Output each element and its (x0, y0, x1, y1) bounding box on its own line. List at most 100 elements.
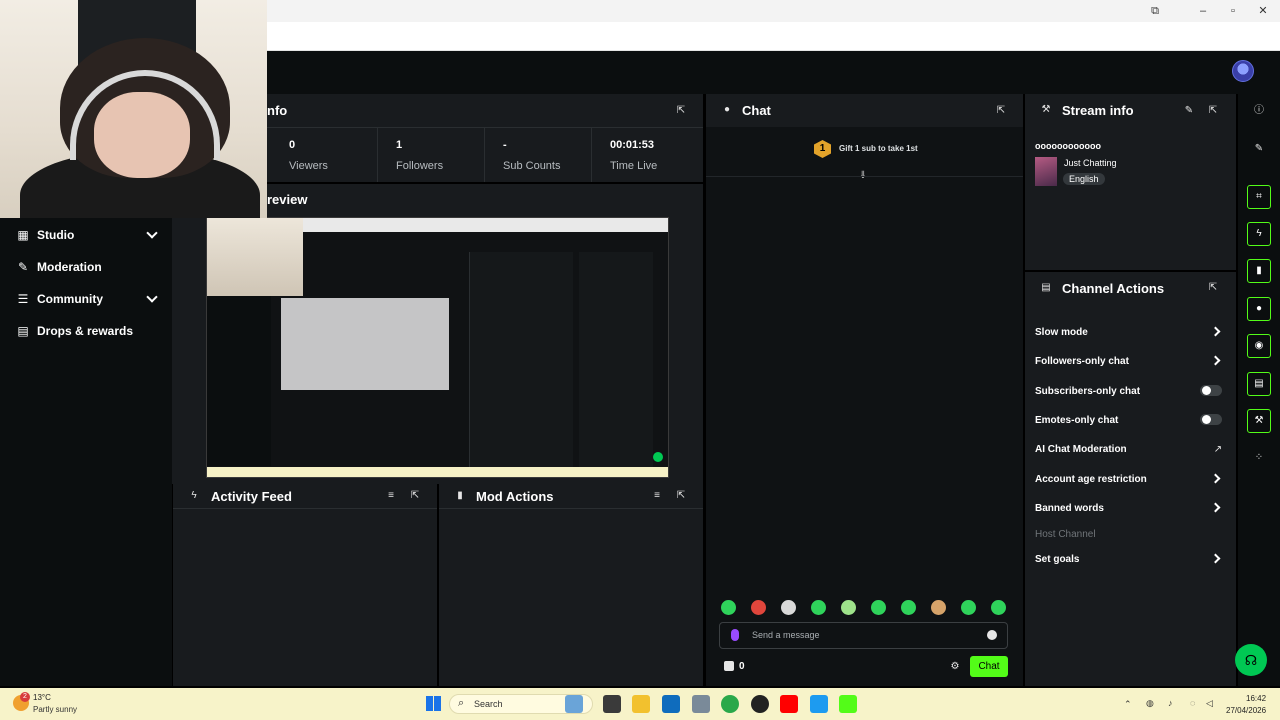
rail-channel-actions-button[interactable]: ▤ (1247, 372, 1271, 396)
channel-actions-title: Channel Actions (1062, 281, 1165, 296)
language-tag: English (1063, 173, 1105, 185)
stream-preview-video[interactable] (206, 217, 669, 478)
document-icon: ▮ (457, 490, 463, 501)
wifi-icon[interactable]: ◌ (1190, 698, 1195, 708)
store-icon[interactable] (662, 695, 680, 713)
emote-icon[interactable] (841, 600, 856, 615)
sidebar-item-drops[interactable]: ▤ Drops & rewards (0, 315, 172, 347)
time-live-label: Time Live (610, 160, 658, 172)
rail-broadcast-button[interactable]: ◉ (1247, 334, 1271, 358)
info-icon[interactable]: ⓘ (1253, 105, 1265, 117)
stream-info-title: Stream info (1062, 103, 1134, 118)
emote-icon[interactable] (991, 600, 1006, 615)
filter-icon[interactable]: ≡ (385, 490, 397, 502)
edit-icon[interactable]: ✎ (1183, 105, 1195, 117)
emoji-icon[interactable] (987, 630, 997, 640)
filter-icon[interactable]: ≡ (651, 490, 663, 502)
set-goals-item[interactable]: Set goals (1035, 554, 1079, 565)
followers-label: Followers (396, 160, 444, 172)
followers-only-chat-item[interactable]: Followers-only chat (1035, 356, 1129, 367)
slow-mode-item[interactable]: Slow mode (1035, 327, 1088, 338)
emote-icon[interactable] (751, 600, 766, 615)
emotes-only-toggle[interactable] (1200, 414, 1222, 425)
kick-icon[interactable] (839, 695, 857, 713)
network-icon[interactable]: ◍ (1146, 698, 1154, 709)
taskbar-search-label: Search (474, 699, 503, 709)
microphone-icon[interactable]: ♪ (1168, 698, 1173, 708)
sidebar-item-label: Studio (37, 228, 75, 242)
subscribers-only-toggle[interactable] (1200, 385, 1222, 396)
weather-desc: Partly sunny (33, 705, 78, 714)
banned-words-item[interactable]: Banned words (1035, 503, 1104, 514)
picture-in-picture-icon[interactable]: ⧉ (1140, 2, 1170, 20)
webcam-overlay (0, 0, 267, 218)
gift-sub-prompt[interactable]: Gift 1 sub to take 1st (839, 144, 918, 153)
minimize-button[interactable]: – (1188, 2, 1218, 20)
divider (173, 508, 437, 509)
twitter-icon[interactable] (810, 695, 828, 713)
popout-icon[interactable]: ⇱ (675, 490, 687, 502)
settings-icon[interactable] (692, 695, 710, 713)
emote-icon[interactable] (901, 600, 916, 615)
viewers-label: Viewers (289, 160, 328, 172)
emote-icon[interactable] (871, 600, 886, 615)
gear-icon[interactable]: ⚙ (949, 661, 961, 673)
emote-icon[interactable] (961, 600, 976, 615)
ai-chat-moderation-item[interactable]: AI Chat Moderation (1035, 444, 1127, 455)
lightning-icon: ϟ (191, 490, 197, 501)
chat-panel (706, 94, 1023, 686)
divider (377, 128, 378, 182)
subscribers-only-chat-item: Subscribers-only chat (1035, 386, 1141, 397)
close-button[interactable]: ✕ (1248, 2, 1278, 20)
rail-mod-actions-button[interactable]: ▮ (1247, 259, 1271, 283)
chevron-down-icon[interactable] (146, 291, 158, 303)
edge-icon[interactable] (721, 695, 739, 713)
task-view-icon[interactable] (603, 695, 621, 713)
windows-start-icon[interactable] (426, 696, 441, 711)
external-link-icon[interactable]: ↗ (1212, 444, 1224, 456)
apps-icon[interactable]: ⁘ (1253, 452, 1265, 464)
rail-stream-info-button[interactable]: ⚒ (1247, 409, 1271, 433)
edit-icon[interactable]: ✎ (1253, 143, 1265, 155)
emote-icon[interactable] (931, 600, 946, 615)
rail-chat-button[interactable]: ● (1247, 297, 1271, 321)
chat-bubble-icon: ● (723, 104, 731, 115)
app-icon[interactable] (751, 695, 769, 713)
studio-icon: ▦ (17, 228, 29, 242)
file-explorer-icon[interactable] (632, 695, 650, 713)
category-thumbnail (1035, 157, 1057, 186)
account-age-restriction-item[interactable]: Account age restriction (1035, 474, 1147, 485)
microphone-icon[interactable] (731, 629, 739, 641)
popout-icon[interactable]: ⇱ (995, 105, 1007, 117)
chevron-down-icon[interactable] (146, 227, 158, 239)
divider (591, 128, 592, 182)
help-chat-button[interactable]: ☊ (1235, 644, 1267, 676)
maximize-button[interactable]: ▫ (1218, 2, 1248, 20)
chevron-up-icon[interactable]: ⌃ (1124, 699, 1132, 710)
divider (439, 508, 703, 509)
preview-chat-column (469, 252, 573, 467)
sidebar-item-label: Community (37, 292, 103, 306)
host-channel-item: Host Channel (1035, 529, 1096, 540)
emote-icon[interactable] (811, 600, 826, 615)
emotes-only-chat-item: Emotes-only chat (1035, 415, 1119, 426)
popout-icon[interactable]: ⇱ (409, 490, 421, 502)
popout-icon[interactable]: ⇱ (1207, 282, 1219, 294)
avatar[interactable] (1232, 60, 1254, 82)
emote-icon[interactable] (721, 600, 736, 615)
sub-counts-label: Sub Counts (503, 160, 561, 172)
emote-icon[interactable] (781, 600, 796, 615)
rail-activity-button[interactable]: ϟ (1247, 222, 1271, 246)
popout-icon[interactable]: ⇱ (1207, 105, 1219, 117)
rail-stats-button[interactable]: ⌗ (1247, 185, 1271, 209)
preview-webcam-thumbnail (207, 218, 303, 296)
popout-icon[interactable]: ⇱ (675, 105, 687, 117)
volume-icon[interactable]: ◁ (1206, 698, 1213, 709)
youtube-icon[interactable] (780, 695, 798, 713)
store-icon[interactable] (724, 661, 734, 671)
sidebar-item-community[interactable]: ☰ Community (0, 283, 172, 315)
sidebar-item-studio[interactable]: ▦ Studio (0, 219, 172, 251)
chat-send-button[interactable]: Chat (970, 656, 1008, 677)
activity-feed-panel (173, 484, 437, 686)
sidebar-item-moderation[interactable]: ✎ Moderation (0, 251, 172, 283)
